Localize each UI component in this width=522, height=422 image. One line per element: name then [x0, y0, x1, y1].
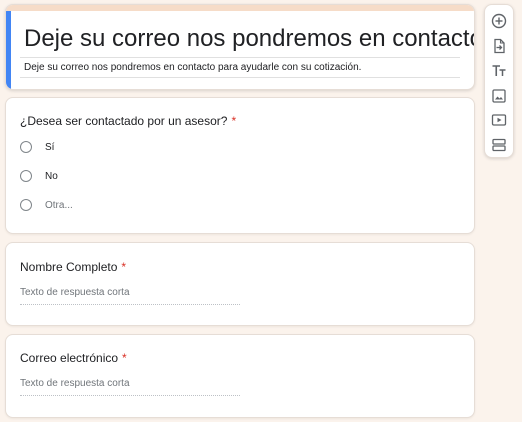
active-card-indicator [6, 11, 11, 89]
radio-button[interactable] [20, 199, 32, 211]
question-title[interactable]: Correo electrónico * [20, 351, 127, 365]
question-title-text: Correo electrónico [20, 351, 119, 365]
required-asterisk: * [121, 260, 127, 274]
question-title-text: ¿Desea ser contactado por un asesor? [20, 114, 228, 128]
question-title[interactable]: ¿Desea ser contactado por un asesor? * [20, 114, 236, 128]
short-answer-field: Texto de respuesta corta [20, 287, 240, 305]
question-card-name[interactable]: Nombre Completo * Texto de respuesta cort… [5, 242, 475, 326]
required-asterisk: * [231, 114, 237, 128]
option-label-other: Otra... [45, 199, 73, 211]
radio-button[interactable] [20, 141, 32, 153]
option-row-other[interactable]: Otra... [20, 197, 73, 213]
required-asterisk: * [122, 351, 127, 365]
question-title[interactable]: Nombre Completo * [20, 260, 126, 274]
add-question-icon[interactable] [490, 12, 508, 30]
add-video-icon[interactable] [490, 111, 508, 129]
form-title[interactable]: Deje su correo nos pondremos en contacto [24, 25, 474, 53]
option-label: Sí [45, 141, 55, 153]
question-title-text: Nombre Completo [20, 260, 118, 274]
option-row[interactable]: Sí [20, 139, 54, 155]
option-label: No [45, 170, 58, 182]
title-underline [20, 57, 460, 58]
floating-toolbar [484, 4, 514, 158]
header-color-stripe [6, 5, 474, 11]
form-description[interactable]: Deje su correo nos pondremos en contacto… [24, 62, 361, 73]
import-questions-icon[interactable] [490, 37, 508, 55]
add-image-icon[interactable] [490, 87, 508, 105]
option-row[interactable]: No [20, 168, 58, 184]
add-section-icon[interactable] [490, 136, 508, 154]
question-card-contact[interactable]: ¿Desea ser contactado por un asesor? * Sí… [5, 97, 475, 234]
short-answer-field: Texto de respuesta corta [20, 378, 240, 396]
question-card-email[interactable]: Correo electrónico * Texto de respuesta c… [5, 334, 475, 418]
add-title-icon[interactable] [490, 62, 508, 80]
radio-button[interactable] [20, 170, 32, 182]
description-underline [20, 77, 460, 78]
form-editor: Deje su correo nos pondremos en contacto… [0, 0, 522, 422]
form-header-card[interactable]: Deje su correo nos pondremos en contacto… [5, 4, 475, 90]
